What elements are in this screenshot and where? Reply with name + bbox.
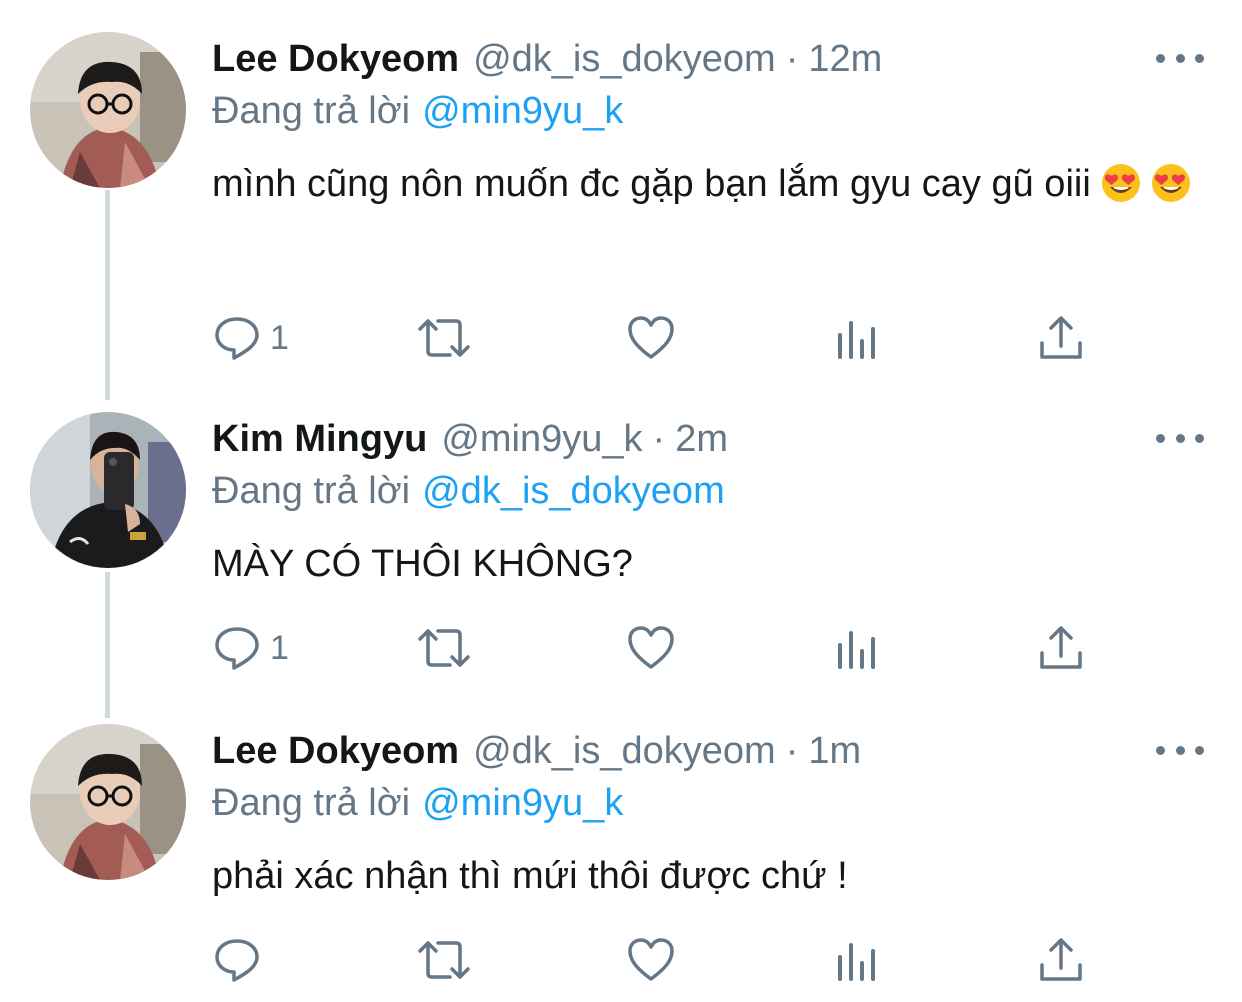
analytics-button[interactable] [832, 618, 882, 678]
action-bar [0, 930, 1242, 990]
replying-to: Đang trả lời @min9yu_k [212, 86, 623, 136]
share-icon [1040, 938, 1082, 981]
retweet-icon [418, 629, 470, 667]
share-icon [1040, 626, 1082, 669]
separator-dot: · [652, 418, 666, 460]
tweet[interactable]: Lee Dokyeom @dk_is_dokyeom · 1m Đang trả… [0, 724, 1242, 1002]
tweet[interactable]: Lee Dokyeom @dk_is_dokyeom · 12m Đang tr… [0, 32, 1242, 372]
share-button[interactable] [1036, 618, 1086, 678]
heart-icon [628, 626, 674, 669]
more-options-icon[interactable] [1156, 426, 1204, 450]
retweet-button[interactable] [416, 930, 472, 990]
replying-to: Đang trả lời @dk_is_dokyeom [212, 466, 725, 516]
author-handle[interactable]: @dk_is_dokyeom [473, 726, 776, 776]
share-icon [1040, 316, 1082, 359]
like-button[interactable] [626, 308, 676, 368]
tweet-text: mình cũng nôn muốn đc gặp bạn lắm gyu ca… [212, 154, 1202, 214]
analytics-icon [838, 321, 875, 359]
reply-button[interactable]: 1 [212, 618, 289, 678]
timestamp[interactable]: 12m [808, 34, 882, 84]
reply-icon [215, 939, 259, 982]
timestamp[interactable]: 1m [808, 726, 861, 776]
tweet-text: phải xác nhận thì mứi thôi được chứ ! [212, 846, 1202, 906]
action-bar: 1 [0, 308, 1242, 368]
replying-label: Đang trả lời [212, 470, 411, 512]
mention-link[interactable]: @min9yu_k [422, 782, 623, 824]
tweet-text-content: phải xác nhận thì mứi thôi được chứ ! [212, 855, 848, 897]
retweet-icon [418, 941, 470, 979]
action-bar: 1 [0, 618, 1242, 678]
mention-link[interactable]: @min9yu_k [422, 90, 623, 132]
reply-count: 1 [270, 628, 289, 667]
share-button[interactable] [1036, 930, 1086, 990]
avatar[interactable] [30, 724, 186, 880]
tweet-header: Kim Mingyu @min9yu_k · 2m [212, 414, 728, 464]
heart-eyes-emoji [1151, 164, 1190, 202]
analytics-button[interactable] [832, 308, 882, 368]
more-options-icon[interactable] [1156, 46, 1204, 70]
analytics-icon [838, 943, 875, 981]
tweet-header: Lee Dokyeom @dk_is_dokyeom · 1m [212, 726, 861, 776]
reply-button[interactable]: 1 [212, 308, 289, 368]
more-options-icon[interactable] [1156, 738, 1204, 762]
replying-label: Đang trả lời [212, 782, 411, 824]
like-button[interactable] [626, 930, 676, 990]
reply-icon [215, 317, 259, 360]
avatar-image [30, 412, 186, 568]
avatar[interactable] [30, 32, 186, 188]
analytics-button[interactable] [832, 930, 882, 990]
heart-eyes-emoji [1101, 164, 1140, 202]
analytics-icon [838, 631, 875, 669]
like-button[interactable] [626, 618, 676, 678]
tweet-text-content: MÀY CÓ THÔI KHÔNG? [212, 543, 633, 585]
tweet-header: Lee Dokyeom @dk_is_dokyeom · 12m [212, 34, 882, 84]
author-handle[interactable]: @dk_is_dokyeom [473, 34, 776, 84]
mention-link[interactable]: @dk_is_dokyeom [422, 470, 725, 512]
replying-label: Đang trả lời [212, 90, 411, 132]
tweet-text-content: mình cũng nôn muốn đc gặp bạn lắm gyu ca… [212, 163, 1091, 205]
retweet-icon [418, 319, 470, 357]
reply-button[interactable] [212, 930, 270, 990]
retweet-button[interactable] [416, 618, 472, 678]
avatar[interactable] [30, 412, 186, 568]
timestamp[interactable]: 2m [675, 414, 728, 464]
reply-count: 1 [270, 318, 289, 357]
heart-icon [628, 316, 674, 359]
avatar-image [30, 32, 186, 188]
author-name[interactable]: Kim Mingyu [212, 414, 427, 464]
share-button[interactable] [1036, 308, 1086, 368]
author-handle[interactable]: @min9yu_k [441, 414, 642, 464]
author-name[interactable]: Lee Dokyeom [212, 34, 459, 84]
heart-icon [628, 938, 674, 981]
author-name[interactable]: Lee Dokyeom [212, 726, 459, 776]
retweet-button[interactable] [416, 308, 472, 368]
replying-to: Đang trả lời @min9yu_k [212, 778, 623, 828]
tweet-text: MÀY CÓ THÔI KHÔNG? [212, 534, 1202, 594]
avatar-image [30, 724, 186, 880]
reply-icon [215, 627, 259, 670]
separator-dot: · [785, 38, 799, 80]
separator-dot: · [785, 730, 799, 772]
tweet[interactable]: Kim Mingyu @min9yu_k · 2m Đang trả lời @d… [0, 412, 1242, 702]
